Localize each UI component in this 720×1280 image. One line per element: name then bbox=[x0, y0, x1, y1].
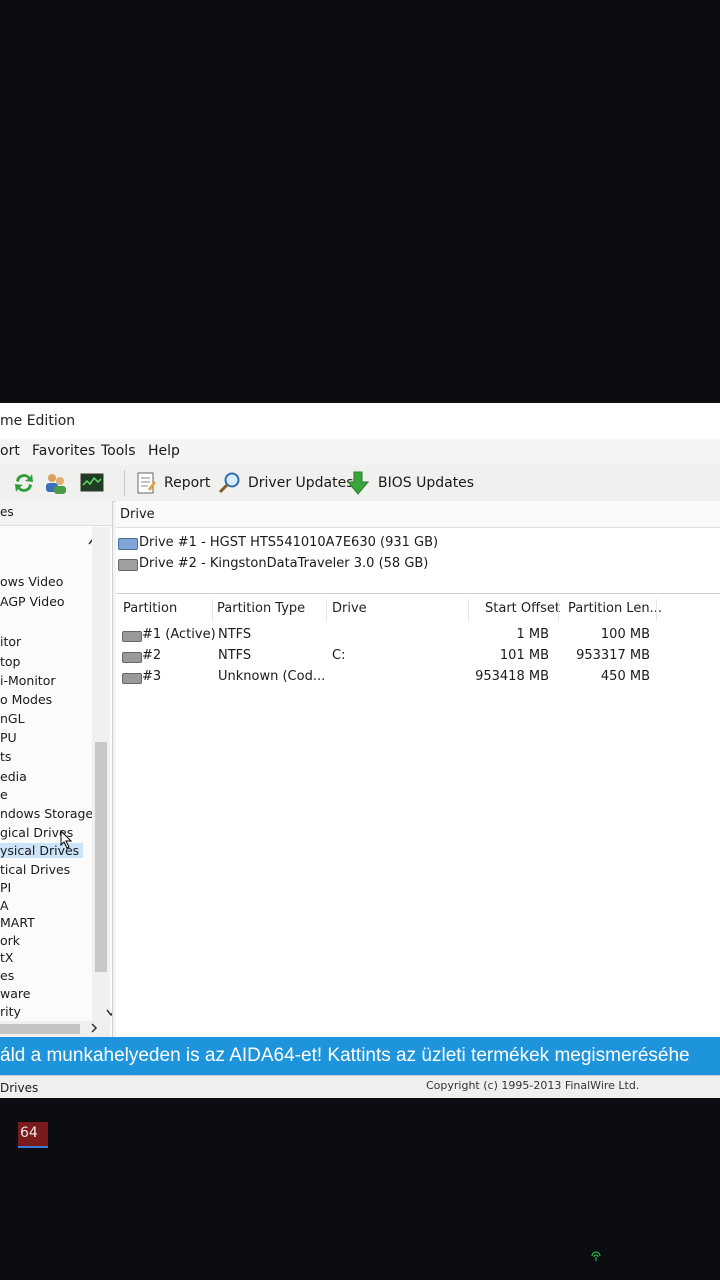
aida64-window: me Edition ort Favorites Tools Help Repo… bbox=[0, 403, 720, 1098]
sidebar-item[interactable]: A bbox=[0, 898, 9, 913]
cell-type: NTFS bbox=[218, 627, 252, 642]
sidebar-item[interactable]: top bbox=[0, 654, 20, 669]
download-arrow-icon[interactable] bbox=[346, 471, 370, 495]
toolbar: Report Driver Updates BIOS Updates bbox=[0, 465, 720, 502]
col-partition-length[interactable]: Partition Len... bbox=[568, 601, 662, 616]
sidebar-item[interactable]: MART bbox=[0, 915, 35, 930]
cell-type: NTFS bbox=[218, 648, 252, 663]
sidebar-item[interactable]: es bbox=[0, 968, 14, 983]
cell-start-offset: 1 MB bbox=[516, 627, 549, 642]
sidebar-item[interactable]: e bbox=[0, 787, 8, 802]
report-button[interactable]: Report bbox=[164, 475, 210, 491]
status-left: Drives bbox=[0, 1081, 39, 1095]
pane-divider[interactable] bbox=[116, 593, 720, 594]
col-divider bbox=[212, 599, 213, 621]
refresh-icon[interactable] bbox=[12, 471, 36, 495]
cell-length: 100 MB bbox=[600, 627, 650, 642]
sidebar-item[interactable]: edia bbox=[0, 769, 27, 784]
cell-type: Unknown (Cod... bbox=[218, 669, 326, 684]
cell-partition: #1 (Active) bbox=[142, 627, 216, 642]
sidebar-item[interactable]: nGL bbox=[0, 711, 25, 726]
navigation-tree: es ows Video AGP Video itor top i-Monitor o M… bbox=[0, 501, 113, 1037]
horizontal-scroll-thumb[interactable] bbox=[0, 1024, 80, 1034]
menu-help[interactable]: Help bbox=[148, 443, 180, 459]
usb-drive-icon bbox=[118, 559, 138, 571]
cell-start-offset: 101 MB bbox=[499, 648, 549, 663]
search-icon[interactable] bbox=[218, 471, 242, 495]
sidebar-item[interactable]: PI bbox=[0, 880, 11, 895]
copyright-text: Copyright (c) 1995-2013 FinalWire Ltd. bbox=[426, 1079, 640, 1092]
tree-header-label: es bbox=[0, 505, 14, 519]
cell-start-offset: 953418 MB bbox=[475, 669, 549, 684]
sidebar-item[interactable]: PU bbox=[0, 730, 17, 745]
sidebar-item[interactable]: ork bbox=[0, 933, 20, 948]
col-divider bbox=[558, 599, 559, 621]
mouse-cursor-icon bbox=[60, 830, 73, 849]
sidebar-item[interactable]: ows Video bbox=[0, 574, 63, 589]
partition-icon bbox=[122, 631, 142, 642]
toolbar-separator bbox=[124, 470, 125, 496]
cell-partition: #3 bbox=[142, 669, 162, 684]
aida64-taskbar-button[interactable]: 64 bbox=[18, 1122, 48, 1148]
tree-vertical-scrollbar[interactable] bbox=[92, 527, 110, 1027]
report-icon[interactable] bbox=[134, 471, 158, 495]
col-partition-type[interactable]: Partition Type bbox=[217, 601, 305, 616]
cell-partition: #2 bbox=[142, 648, 162, 663]
col-divider bbox=[326, 599, 327, 621]
col-divider bbox=[656, 599, 657, 621]
menu-report[interactable]: ort bbox=[0, 443, 20, 459]
menu-tools[interactable]: Tools bbox=[101, 443, 136, 459]
col-partition[interactable]: Partition bbox=[123, 601, 177, 616]
sidebar-item[interactable]: ts bbox=[0, 749, 11, 764]
network-icon[interactable] bbox=[590, 1250, 602, 1262]
monitor-icon[interactable] bbox=[80, 471, 104, 495]
driver-updates-button[interactable]: Driver Updates bbox=[248, 475, 354, 491]
sidebar-item[interactable]: AGP Video bbox=[0, 594, 65, 609]
partition-icon bbox=[122, 673, 142, 684]
users-icon[interactable] bbox=[44, 471, 68, 495]
sidebar-item[interactable]: ware bbox=[0, 986, 30, 1001]
cell-drive: C: bbox=[332, 648, 346, 663]
sidebar-item[interactable]: i-Monitor bbox=[0, 673, 56, 688]
col-divider bbox=[468, 599, 469, 621]
promo-banner[interactable]: áld a munkahelyeden is az AIDA64-et! Kat… bbox=[0, 1037, 720, 1075]
table-row[interactable]: #1 (Active) NTFS 1 MB 100 MB bbox=[116, 625, 720, 645]
drive-header-label: Drive bbox=[120, 507, 155, 522]
scroll-thumb[interactable] bbox=[95, 742, 107, 972]
sidebar-item[interactable]: o Modes bbox=[0, 692, 52, 707]
sidebar-item[interactable]: tX bbox=[0, 950, 13, 965]
col-start-offset[interactable]: Start Offset bbox=[485, 601, 560, 616]
menu-bar: ort Favorites Tools Help bbox=[0, 439, 720, 465]
col-drive[interactable]: Drive bbox=[332, 601, 367, 616]
detail-pane: Drive Drive #1 - HGST HTS541010A7E630 (9… bbox=[116, 501, 720, 1037]
table-row[interactable]: #2 NTFS C: 101 MB 953317 MB bbox=[116, 646, 720, 666]
taskbar-app-label: 64 bbox=[20, 1125, 38, 1141]
bios-updates-button[interactable]: BIOS Updates bbox=[378, 475, 474, 491]
sidebar-item[interactable]: tical Drives bbox=[0, 862, 70, 877]
tree-header: es bbox=[0, 501, 112, 526]
promo-banner-text[interactable]: áld a munkahelyeden is az AIDA64-et! Kat… bbox=[0, 1045, 690, 1067]
partition-icon bbox=[122, 652, 142, 663]
menu-favorites[interactable]: Favorites bbox=[32, 443, 95, 459]
status-bar: Drives Copyright (c) 1995-2013 FinalWire… bbox=[0, 1075, 720, 1098]
title-bar: me Edition bbox=[0, 403, 720, 439]
window-title: me Edition bbox=[0, 413, 76, 429]
scroll-right-icon[interactable] bbox=[90, 1023, 98, 1033]
scroll-down-icon[interactable] bbox=[106, 1009, 113, 1017]
sidebar-item[interactable]: itor bbox=[0, 634, 21, 649]
sidebar-item[interactable]: rity bbox=[0, 1004, 21, 1019]
cell-length: 953317 MB bbox=[576, 648, 650, 663]
cell-length: 450 MB bbox=[600, 669, 650, 684]
drive-column-header: Drive bbox=[116, 501, 720, 528]
sidebar-item[interactable]: ndows Storage bbox=[0, 806, 93, 821]
hard-drive-icon bbox=[118, 538, 138, 550]
table-row[interactable]: #3 Unknown (Cod... 953418 MB 450 MB bbox=[116, 667, 720, 687]
